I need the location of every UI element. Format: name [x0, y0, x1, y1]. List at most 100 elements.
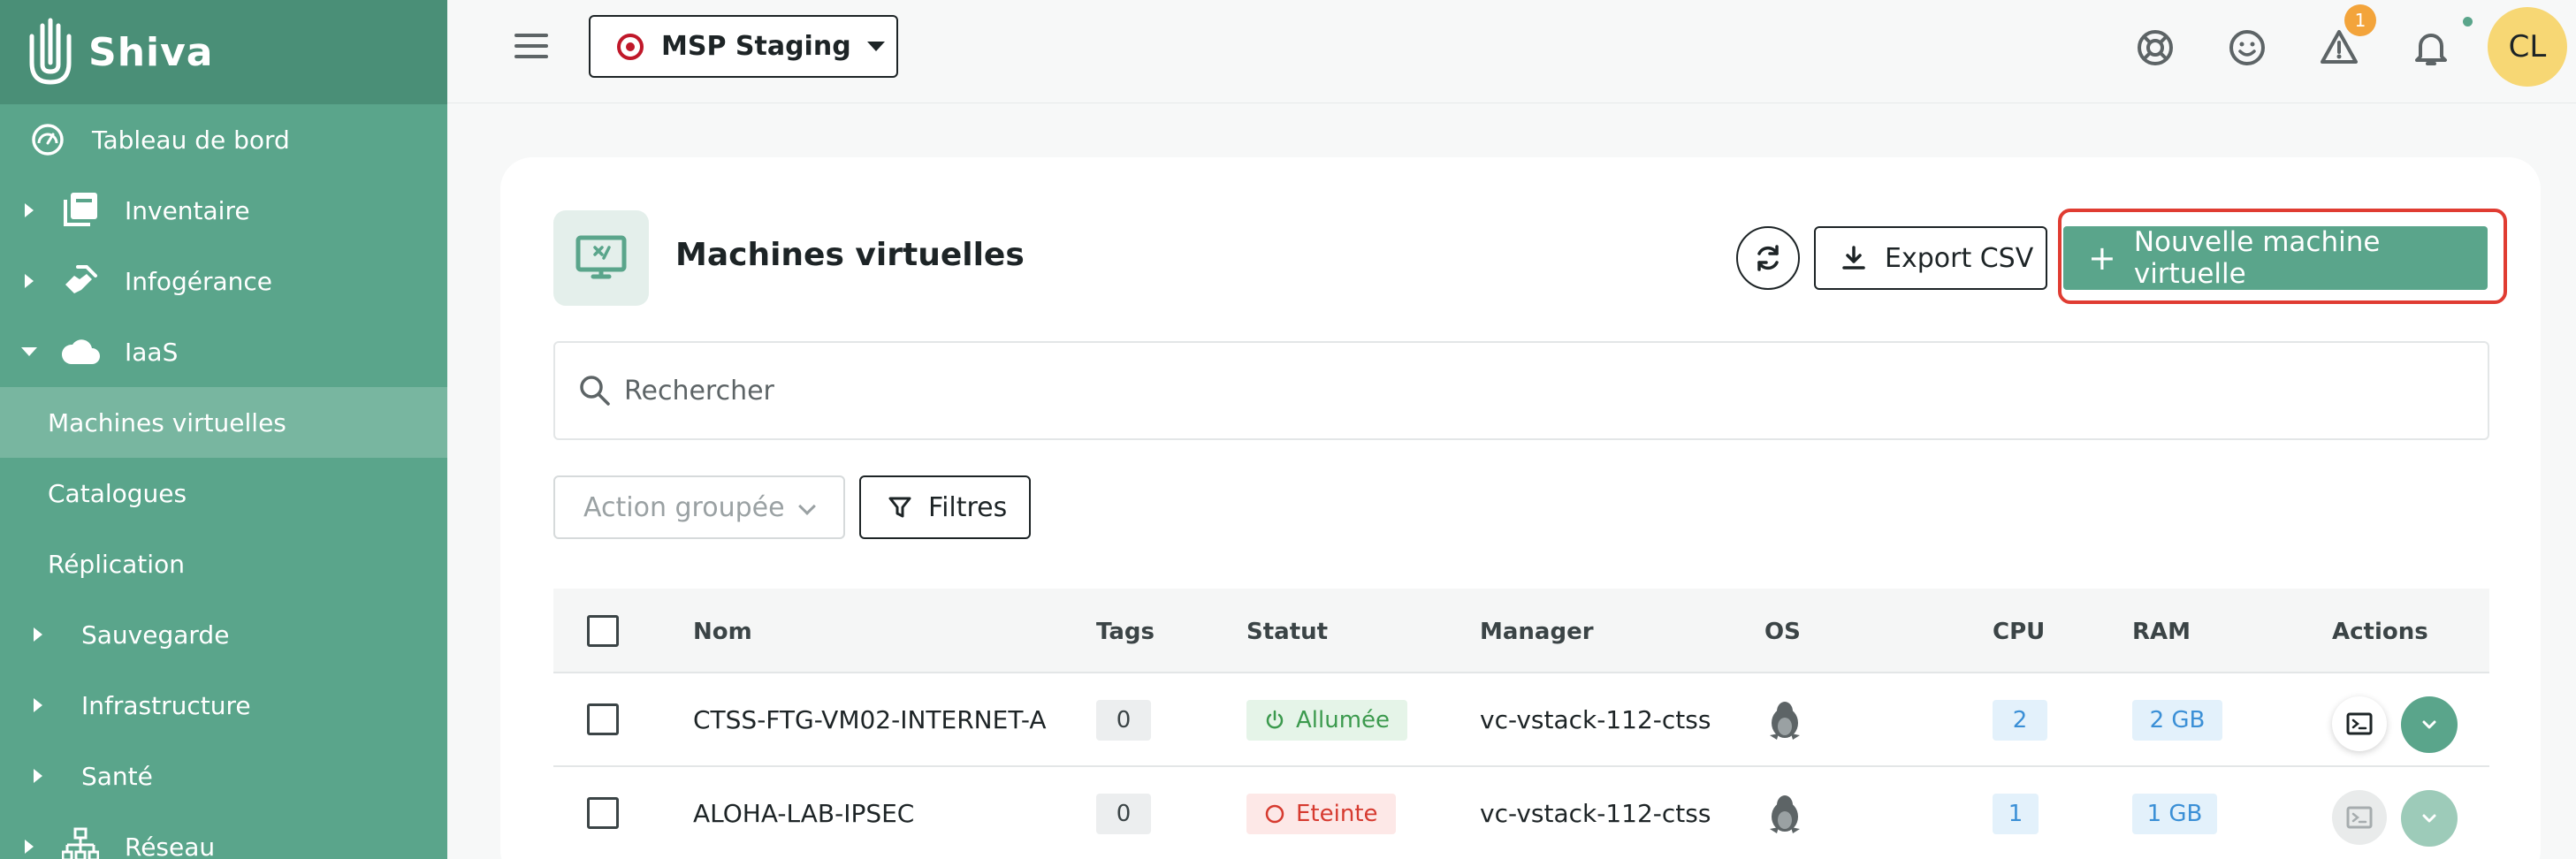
new-vm-button[interactable]: + Nouvelle machine virtuelle: [2063, 226, 2488, 290]
column-header-os[interactable]: OS: [1764, 619, 1801, 645]
notification-dot: [2463, 17, 2473, 27]
status-label: Eteinte: [1296, 801, 1378, 827]
sidebar-item-catalogs[interactable]: Catalogues: [0, 458, 447, 528]
network-icon: [62, 827, 99, 859]
sidebar-item-iaas[interactable]: IaaS: [0, 316, 447, 387]
column-header-actions: Actions: [2332, 619, 2428, 645]
column-header-ram[interactable]: RAM: [2132, 619, 2191, 645]
table-row[interactable]: ALOHA-LAB-IPSEC 0 Eteinte vc-vstack-112-…: [553, 767, 2489, 859]
chevron-down-icon: [2422, 814, 2436, 823]
status-badge: Eteinte: [1246, 794, 1396, 834]
ram-badge: 1 GB: [2132, 794, 2217, 834]
download-icon: [1842, 246, 1865, 270]
table-header: Nom Tags Statut Manager OS CPU RAM Actio…: [553, 589, 2489, 673]
column-header-manager[interactable]: Manager: [1480, 619, 1594, 645]
refresh-button[interactable]: [1736, 226, 1800, 290]
sidebar-item-label: Réplication: [48, 549, 185, 579]
chevron-down-icon: [2422, 720, 2436, 729]
column-header-status[interactable]: Statut: [1246, 619, 1328, 645]
cpu-badge: 2: [1993, 700, 2047, 741]
manager-name: vc-vstack-112-ctss: [1480, 705, 1711, 734]
export-csv-button[interactable]: Export CSV: [1814, 226, 2047, 290]
status-badge: Allumée: [1246, 700, 1408, 741]
sidebar-item-inventory[interactable]: Inventaire: [0, 175, 447, 246]
sidebar-item-label: Sauvegarde: [81, 620, 230, 650]
feedback-smile-icon[interactable]: [2226, 27, 2268, 69]
bell-icon[interactable]: [2410, 27, 2452, 69]
vm-list-card: Machines virtuelles Export CSV + Nouvell…: [500, 157, 2541, 859]
gauge-icon: [32, 124, 64, 156]
column-header-cpu[interactable]: CPU: [1993, 619, 2045, 645]
refresh-icon: [1757, 245, 1779, 271]
chevron-right-icon: [25, 203, 34, 217]
column-header-name[interactable]: Nom: [693, 619, 752, 645]
sidebar-item-label: Catalogues: [48, 478, 187, 508]
sidebar-item-label: Infogérance: [125, 266, 273, 296]
top-bar: MSP Staging 1 CL: [447, 0, 2576, 103]
sidebar-item-infrastructure[interactable]: Infrastructure: [0, 670, 447, 741]
vm-name[interactable]: ALOHA-LAB-IPSEC: [693, 799, 914, 828]
console-button[interactable]: [2332, 790, 2387, 845]
status-label: Allumée: [1296, 707, 1391, 734]
ram-badge: 2 GB: [2132, 700, 2222, 741]
sidebar-item-label: Réseau: [125, 832, 216, 859]
menu-icon[interactable]: [514, 34, 548, 60]
column-header-tags[interactable]: Tags: [1096, 619, 1155, 645]
terminal-icon: [2346, 806, 2373, 829]
search-placeholder: Rechercher: [624, 375, 774, 407]
vm-name[interactable]: CTSS-FTG-VM02-INTERNET-A: [693, 705, 1047, 734]
power-icon: [1266, 710, 1284, 729]
manager-name: vc-vstack-112-ctss: [1480, 799, 1711, 828]
sidebar-item-virtual-machines[interactable]: Machines virtuelles: [0, 387, 447, 458]
chevron-down-icon: [21, 347, 37, 356]
sidebar: Shiva Tableau de bord Inventaire Infogér…: [0, 0, 447, 859]
brand[interactable]: Shiva: [0, 0, 447, 104]
select-all-checkbox[interactable]: [587, 615, 619, 647]
organization-logo-icon: [617, 33, 644, 60]
chevron-right-icon: [34, 698, 42, 712]
inventory-icon: [64, 193, 97, 226]
chevron-right-icon: [25, 840, 34, 854]
sidebar-item-dashboard[interactable]: Tableau de bord: [0, 104, 447, 175]
sidebar-item-label: Tableau de bord: [92, 125, 290, 155]
sidebar-item-health[interactable]: Santé: [0, 741, 447, 811]
row-actions-button[interactable]: [2401, 790, 2458, 847]
cloud-icon: [61, 339, 100, 364]
plus-icon: +: [2088, 239, 2116, 277]
tags-count: 0: [1096, 794, 1151, 834]
sidebar-item-label: Inventaire: [125, 195, 250, 225]
bulk-action-select[interactable]: Action groupée: [553, 475, 845, 539]
sidebar-item-label: IaaS: [125, 337, 179, 367]
terminal-icon: [2346, 712, 2373, 735]
bulk-action-label: Action groupée: [583, 491, 785, 523]
console-button[interactable]: [2332, 696, 2387, 751]
support-icon[interactable]: [2134, 27, 2176, 69]
page-title: Machines virtuelles: [675, 237, 1025, 273]
app-name: Shiva: [88, 29, 214, 75]
sidebar-item-label: Santé: [81, 761, 153, 791]
caret-down-icon: [866, 42, 885, 51]
filters-button[interactable]: Filtres: [859, 475, 1031, 539]
filter-icon: [888, 497, 911, 518]
page-icon: [553, 210, 649, 306]
shiva-logo-icon: [29, 18, 72, 85]
sidebar-item-label: Infrastructure: [81, 690, 251, 720]
export-csv-label: Export CSV: [1885, 242, 2034, 274]
search-icon: [580, 376, 610, 406]
avatar[interactable]: CL: [2488, 7, 2567, 87]
alert-count-badge: 1: [2344, 4, 2376, 36]
sidebar-item-replication[interactable]: Réplication: [0, 528, 447, 599]
sidebar-item-backup[interactable]: Sauvegarde: [0, 599, 447, 670]
handshake-icon: [65, 265, 97, 293]
sidebar-item-network[interactable]: Réseau: [0, 811, 447, 859]
row-actions-button[interactable]: [2401, 696, 2458, 753]
sidebar-item-managed[interactable]: Infogérance: [0, 246, 447, 316]
chevron-right-icon: [25, 274, 34, 288]
sidebar-item-label: Machines virtuelles: [48, 407, 286, 437]
row-checkbox[interactable]: [587, 703, 619, 735]
chevron-right-icon: [34, 627, 42, 642]
row-checkbox[interactable]: [587, 797, 619, 829]
table-row[interactable]: CTSS-FTG-VM02-INTERNET-A 0 Allumée vc-vs…: [553, 673, 2489, 767]
search-input[interactable]: Rechercher: [553, 341, 2489, 440]
organization-selector[interactable]: MSP Staging: [589, 15, 898, 78]
